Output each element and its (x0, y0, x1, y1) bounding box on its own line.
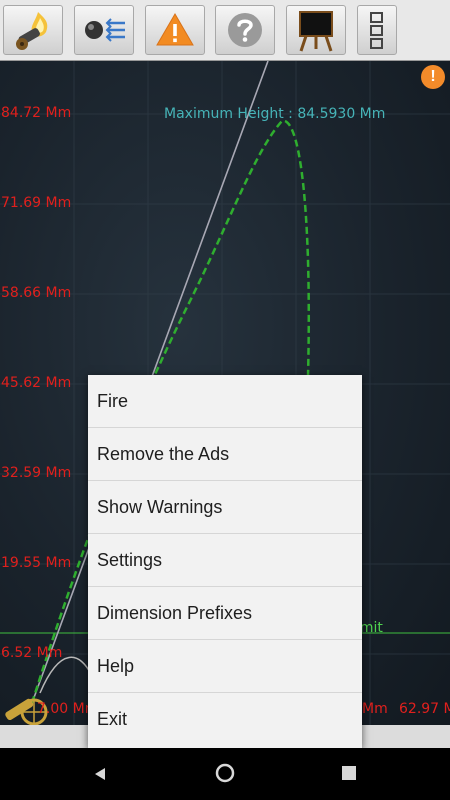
warnings-button[interactable] (145, 5, 205, 55)
toolbar (0, 0, 450, 61)
warning-triangle-icon (156, 13, 194, 46)
chalkboard-easel-icon (299, 11, 333, 52)
menu-item-exit[interactable]: Exit (88, 693, 362, 746)
cannonball-speed-icon (85, 18, 125, 42)
overflow-menu-button[interactable] (357, 5, 397, 55)
alert-badge-icon[interactable]: ! (421, 65, 445, 89)
overflow-menu: Fire Remove the Ads Show Warnings Settin… (88, 375, 362, 748)
fire-button[interactable] (3, 5, 63, 55)
speed-settings-button[interactable] (74, 5, 134, 55)
y-tick-label: 71.69 Mm (1, 195, 72, 211)
help-button[interactable] (215, 5, 275, 55)
menu-item-dimension-prefixes[interactable]: Dimension Prefixes (88, 587, 362, 640)
menu-item-show-warnings[interactable]: Show Warnings (88, 481, 362, 534)
y-tick-label: 32.59 Mm (1, 465, 72, 481)
menu-item-help[interactable]: Help (88, 640, 362, 693)
menu-item-fire[interactable]: Fire (88, 375, 362, 428)
y-tick-label: 58.66 Mm (1, 285, 72, 301)
cannon-fire-icon (16, 12, 48, 50)
y-tick-label: 45.62 Mm (1, 375, 72, 391)
home-icon[interactable] (215, 763, 235, 783)
system-nav-bar (0, 748, 450, 800)
y-tick-label: 6.52 Mm (1, 645, 63, 661)
y-tick-label: 19.55 Mm (1, 555, 72, 571)
menu-item-remove-ads[interactable]: Remove the Ads (88, 428, 362, 481)
help-icon (228, 13, 262, 47)
y-tick-label: 84.72 Mm (1, 105, 72, 121)
back-icon[interactable] (92, 766, 108, 782)
overflow-menu-icon (370, 12, 383, 49)
max-height-label: Maximum Height : 84.5930 Mm (164, 106, 386, 122)
menu-item-settings[interactable]: Settings (88, 534, 362, 587)
x-tick-label: Mm (362, 701, 388, 717)
recents-icon[interactable] (342, 766, 356, 780)
x-tick-label: 62.97 M (399, 701, 450, 717)
chalkboard-button[interactable] (286, 5, 346, 55)
angle-arc (39, 656, 93, 694)
